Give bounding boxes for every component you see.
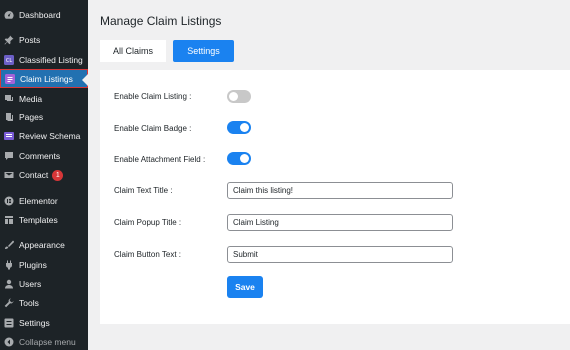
- plug-icon: [4, 260, 14, 270]
- sidebar-item-classified-listing[interactable]: CL Classified Listing: [0, 50, 88, 70]
- sidebar-item-templates[interactable]: Templates: [0, 210, 88, 230]
- sidebar-item-label: Tools: [19, 298, 39, 308]
- sidebar-item-pages[interactable]: Pages: [0, 107, 88, 127]
- sidebar-item-label: Templates: [19, 215, 58, 225]
- toggle-knob: [229, 92, 238, 101]
- settings-icon: [4, 318, 14, 328]
- sidebar-item-label: Contact: [19, 170, 49, 180]
- enable-attachment-field-label: Enable Attachment Field :: [114, 155, 206, 164]
- claim-text-title-input[interactable]: [227, 182, 453, 199]
- classified-listing-icon: CL: [4, 55, 14, 65]
- sidebar-item-claim-listings[interactable]: Claim Listings: [0, 69, 88, 88]
- sidebar-item-settings[interactable]: Settings: [0, 313, 88, 333]
- media-icon: [4, 94, 14, 104]
- sidebar-item-users[interactable]: Users: [0, 274, 88, 294]
- toggle-knob: [240, 154, 249, 163]
- sidebar-item-appearance[interactable]: Appearance: [0, 235, 88, 255]
- sidebar-item-label: Media: [19, 94, 43, 104]
- sidebar-item-plugins[interactable]: Plugins: [0, 255, 88, 275]
- claim-popup-title-input[interactable]: [227, 214, 453, 231]
- sidebar-item-label: Claim Listings: [20, 73, 73, 84]
- sidebar-item-label: Appearance: [19, 240, 65, 250]
- collapse-icon: [4, 337, 14, 347]
- comments-icon: [4, 151, 14, 161]
- toggle-knob: [240, 123, 249, 132]
- admin-sidebar: Dashboard Posts CL Classified Listing Cl…: [0, 0, 88, 350]
- sidebar-item-tools[interactable]: Tools: [0, 293, 88, 313]
- enable-claim-badge-label: Enable Claim Badge :: [114, 124, 192, 133]
- notification-badge: 1: [52, 169, 64, 181]
- sidebar-item-contact[interactable]: Contact 1: [0, 165, 88, 185]
- sidebar-item-label: Elementor: [19, 196, 58, 206]
- tab-all-claims[interactable]: All Claims: [100, 40, 166, 62]
- claim-popup-title-label: Claim Popup Title :: [114, 218, 182, 227]
- sidebar-item-label: Dashboard: [19, 10, 61, 20]
- svg-text:CL: CL: [6, 58, 12, 64]
- sidebar-item-elementor[interactable]: Elementor: [0, 191, 88, 211]
- sidebar-item-posts[interactable]: Posts: [0, 30, 88, 50]
- claim-text-title-label: Claim Text Title :: [114, 186, 173, 195]
- page-title: Manage Claim Listings: [100, 14, 222, 28]
- sidebar-item-dashboard[interactable]: Dashboard: [0, 5, 88, 25]
- enable-claim-listing-toggle[interactable]: [227, 90, 251, 103]
- sidebar-item-label: Plugins: [19, 260, 47, 270]
- wrench-icon: [4, 298, 14, 308]
- collapse-menu-button[interactable]: Collapse menu: [0, 332, 88, 350]
- enable-claim-listing-label: Enable Claim Listing :: [114, 92, 192, 101]
- claim-button-text-input[interactable]: [227, 246, 453, 263]
- mail-icon: [4, 170, 14, 180]
- review-schema-icon: [4, 131, 14, 141]
- sidebar-item-label: Settings: [19, 318, 50, 328]
- tab-settings[interactable]: Settings: [173, 40, 234, 62]
- sidebar-item-label: Pages: [19, 112, 44, 122]
- sidebar-item-label: Comments: [19, 151, 61, 161]
- elementor-icon: [4, 196, 14, 206]
- sidebar-item-label: Collapse menu: [19, 337, 76, 347]
- sidebar-item-media[interactable]: Media: [0, 89, 88, 109]
- pages-icon: [4, 112, 14, 122]
- enable-claim-badge-toggle[interactable]: [227, 121, 251, 134]
- sidebar-item-label: Posts: [19, 35, 41, 45]
- pin-icon: [4, 35, 14, 45]
- brush-icon: [4, 240, 14, 250]
- claim-button-text-label: Claim Button Text :: [114, 250, 181, 259]
- sidebar-item-label: Review Schema: [19, 131, 81, 141]
- sidebar-item-label: Users: [19, 279, 42, 289]
- user-icon: [4, 279, 14, 289]
- sidebar-item-review-schema[interactable]: Review Schema: [0, 126, 88, 146]
- enable-attachment-field-toggle[interactable]: [227, 152, 251, 165]
- sidebar-item-comments[interactable]: Comments: [0, 146, 88, 166]
- claim-listings-icon: [5, 73, 15, 84]
- dashboard-icon: [4, 10, 14, 20]
- save-button[interactable]: Save: [227, 276, 263, 298]
- templates-icon: [4, 215, 14, 225]
- sidebar-item-label: Classified Listing: [19, 55, 83, 65]
